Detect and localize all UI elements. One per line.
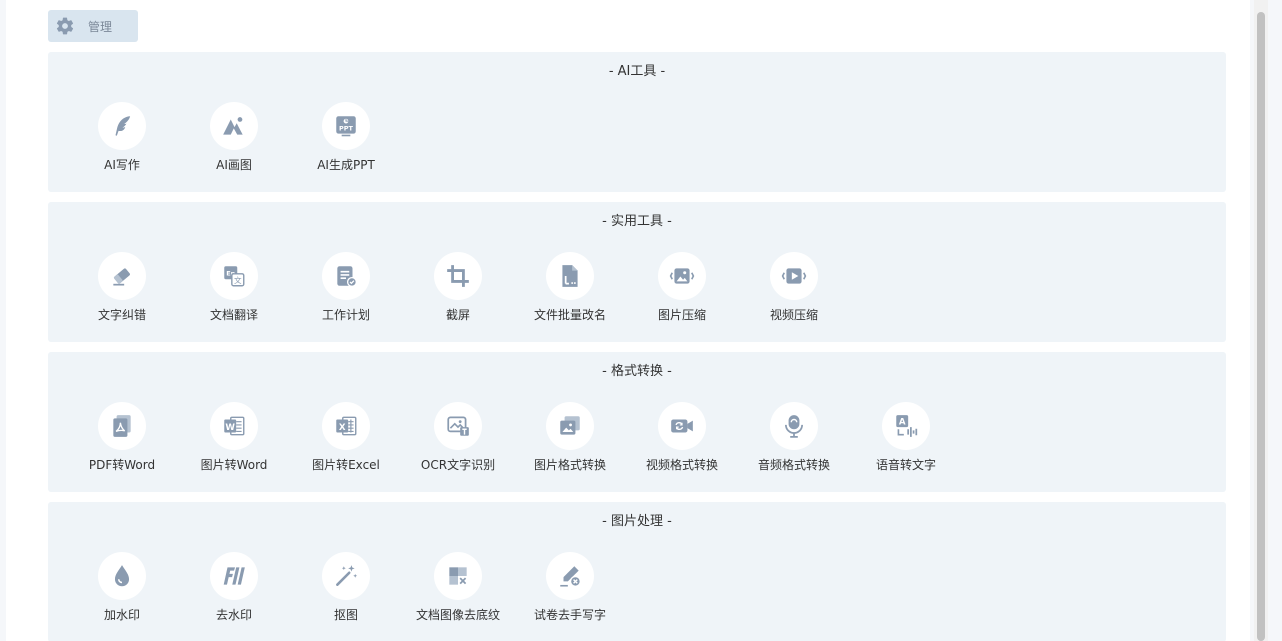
speech-to-text-icon: A (882, 402, 930, 450)
section-title: - 格式转换 - (602, 364, 672, 379)
tool-label: 视频压缩 (769, 308, 818, 322)
section-practical-tools: - 实用工具 - 文字纠错 En 文 文档翻译 工作计划 截屏 文件批量改名 图… (48, 202, 1226, 342)
tool-image-to-excel[interactable]: X 图片转Excel (290, 402, 402, 476)
section-image-processing: - 图片处理 - 加水印 去水印 抠图 文档图像去底纹 试卷去手写字 (48, 502, 1226, 641)
eraser-icon (98, 252, 146, 300)
tool-label: 试卷去手写字 (533, 608, 606, 622)
crop-icon (434, 252, 482, 300)
file-rename-icon (546, 252, 594, 300)
ocr-icon (434, 402, 482, 450)
svg-text:W: W (225, 423, 235, 433)
water-drop-icon (98, 552, 146, 600)
remove-background-icon (434, 552, 482, 600)
vertical-scrollbar[interactable] (1254, 0, 1268, 641)
video-compress-icon (770, 252, 818, 300)
tool-text-correction[interactable]: 文字纠错 (66, 252, 178, 326)
tool-screenshot[interactable]: 截屏 (402, 252, 514, 326)
image-compress-icon (658, 252, 706, 300)
manage-label: 管理 (88, 19, 113, 34)
tool-cutout[interactable]: 抠图 (290, 552, 402, 626)
pdf-icon (98, 402, 146, 450)
tool-batch-rename[interactable]: 文件批量改名 (514, 252, 626, 326)
svg-text:A: A (899, 417, 906, 427)
remove-handwriting-icon (546, 552, 594, 600)
tool-ai-writing[interactable]: AI写作 (66, 102, 178, 176)
tool-audio-format-convert[interactable]: 音频格式转换 (738, 402, 850, 476)
checklist-icon (322, 252, 370, 300)
section-ai-tools: - AI工具 - AI写作 AI画图 PPT AI生成PPT (48, 52, 1226, 192)
tool-ocr[interactable]: OCR文字识别 (402, 402, 514, 476)
mountain-sparkle-icon (210, 102, 258, 150)
image-convert-icon (546, 402, 594, 450)
tool-image-to-word[interactable]: W 图片转Word (178, 402, 290, 476)
tools-page: 管理 - AI工具 - AI写作 AI画图 PPT AI生成PPT - 实用工具… (6, 0, 1250, 641)
video-convert-icon (658, 402, 706, 450)
magic-wand-icon (322, 552, 370, 600)
tool-ai-drawing[interactable]: AI画图 (178, 102, 290, 176)
excel-icon: X (322, 402, 370, 450)
tool-doc-translate[interactable]: En 文 文档翻译 (178, 252, 290, 326)
tool-remove-watermark[interactable]: 去水印 (178, 552, 290, 626)
tool-image-compress[interactable]: 图片压缩 (626, 252, 738, 326)
tool-exam-remove-handwriting[interactable]: 试卷去手写字 (514, 552, 626, 626)
tool-video-format-convert[interactable]: 视频格式转换 (626, 402, 738, 476)
section-title: - 图片处理 - (602, 514, 672, 529)
scrollbar-thumb[interactable] (1257, 12, 1265, 641)
tool-work-plan[interactable]: 工作计划 (290, 252, 402, 326)
gear-icon (55, 16, 75, 36)
tool-label: 语音转文字 (875, 458, 936, 472)
svg-text:PPT: PPT (339, 124, 354, 132)
section-format-conversion: - 格式转换 - PDF转Word W 图片转Word X 图片转Excel O… (48, 352, 1226, 492)
tool-image-format-convert[interactable]: 图片格式转换 (514, 402, 626, 476)
tool-ai-ppt[interactable]: PPT AI生成PPT (290, 102, 402, 176)
tool-pdf-to-word[interactable]: PDF转Word (66, 402, 178, 476)
tool-speech-to-text[interactable]: A 语音转文字 (850, 402, 962, 476)
svg-text:X: X (339, 423, 346, 433)
tool-add-watermark[interactable]: 加水印 (66, 552, 178, 626)
feather-pen-icon (98, 102, 146, 150)
ppt-icon: PPT (322, 102, 370, 150)
section-title: - 实用工具 - (602, 214, 672, 229)
remove-watermark-icon (210, 552, 258, 600)
translate-icon: En 文 (210, 252, 258, 300)
tool-doc-remove-shading[interactable]: 文档图像去底纹 (402, 552, 514, 626)
word-icon: W (210, 402, 258, 450)
svg-text:文: 文 (234, 275, 242, 285)
tool-label: AI生成PPT (317, 158, 375, 172)
tool-video-compress[interactable]: 视频压缩 (738, 252, 850, 326)
manage-button[interactable]: 管理 (48, 10, 138, 42)
section-title: - AI工具 - (608, 64, 666, 79)
microphone-icon (770, 402, 818, 450)
